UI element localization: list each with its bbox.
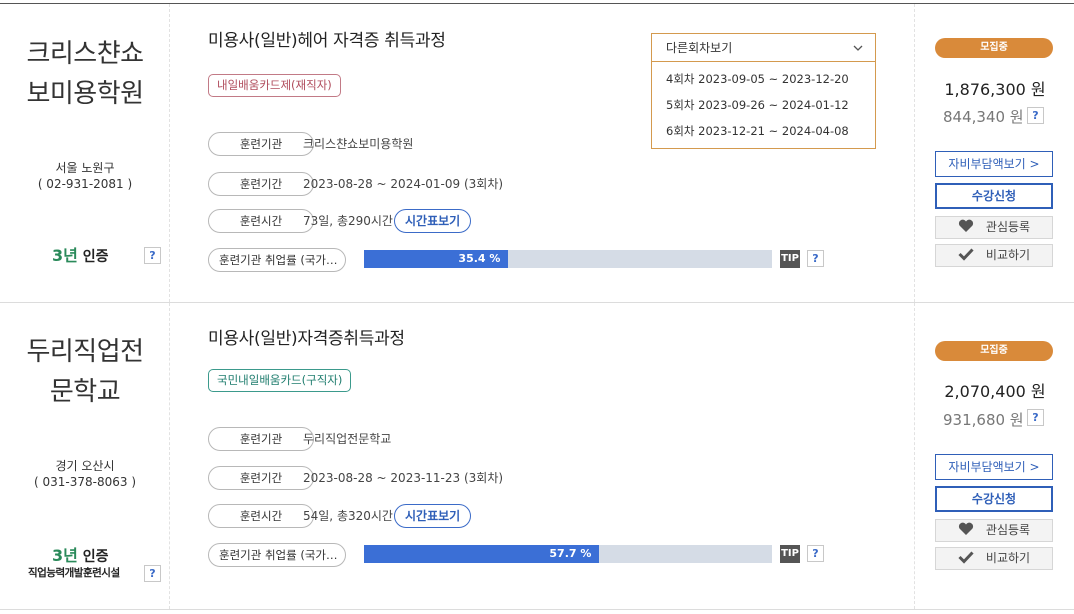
period-value: 2023-08-28 ~ 2024-01-09 (3회차) [303,177,504,191]
tip-badge[interactable]: TIP [780,545,800,563]
self-pay-button[interactable]: 자비부담액보기 > [935,454,1053,480]
chevron-down-icon [853,34,863,73]
course-info-column: 미용사(일반)헤어 자격증 취득과정 내일배움카드제(재직자) 훈련기관 크리스… [170,4,915,302]
card-type-badge: 내일배움카드제(재직자) [208,74,341,97]
cert-subtitle: 직업능력개발훈련시설 [28,567,120,579]
certification-badge: 3년 인증 [52,242,109,266]
employment-help-button[interactable]: ? [807,545,824,562]
institution-name-line-2[interactable]: 문학교 [0,372,170,412]
label-employment-rate[interactable]: 훈련기관 취업률 (국가… [208,543,346,567]
cert-years: 3년 [52,546,78,565]
employment-rate-fill: 57.7 % [364,545,600,563]
check-icon [958,245,974,266]
institution-name-line-1[interactable]: 크리스챤쇼 [0,34,170,74]
price-help-button[interactable]: ? [1027,409,1044,426]
institution-value: 크리스챤쇼보미용학원 [303,137,414,151]
hours-value: 54일, 총320시간 [303,509,393,523]
apply-button[interactable]: 수강신청 [935,486,1053,512]
compare-label: 비교하기 [985,551,1031,565]
course-price: 1,876,300 원 [944,80,1046,99]
employment-rate-bar: 35.4 % [364,250,772,268]
certification-badge: 3년 인증 [52,542,109,566]
price-help-button[interactable]: ? [1027,107,1044,124]
heart-icon [958,217,974,238]
course-info-column: 미용사(일반)자격증취득과정 국민내일배움카드(구직자) 훈련기관 두리직업전문… [170,303,915,609]
employment-rate-fill: 35.4 % [364,250,509,268]
self-pay-price: 931,680 원 [943,411,1024,429]
dropdown-option[interactable]: 4회차 2023-09-05 ~ 2023-12-20 [652,66,875,92]
cert-help-button[interactable]: ? [144,565,161,582]
cert-help-button[interactable]: ? [144,247,161,264]
interest-label: 관심등록 [985,220,1031,234]
label-institution: 훈련기관 [208,427,314,451]
hours-value: 73일, 총290시간 [303,214,393,228]
employment-rate-bar: 57.7 % [364,545,772,563]
institution-phone: ( 031-378-8063 ) [34,475,136,489]
employment-help-button[interactable]: ? [807,250,824,267]
label-hours: 훈련시간 [208,504,314,528]
other-sessions-dropdown[interactable]: 다른회차보기 4회차 2023-09-05 ~ 2023-12-20 5회차 2… [651,33,876,149]
label-institution: 훈련기관 [208,132,314,156]
institution-name-line-2[interactable]: 보미용학원 [0,74,170,114]
label-period: 훈련기간 [208,172,314,196]
label-period: 훈련기간 [208,466,314,490]
cert-years: 3년 [52,246,78,265]
period-value: 2023-08-28 ~ 2023-11-23 (3회차) [303,471,504,485]
course-title[interactable]: 미용사(일반)자격증취득과정 [208,324,405,349]
dropdown-option[interactable]: 5회차 2023-09-26 ~ 2024-01-12 [652,92,875,118]
cert-label: 인증 [82,549,109,565]
label-hours: 훈련시간 [208,209,314,233]
status-badge: 모집중 [935,341,1053,361]
compare-label: 비교하기 [985,248,1031,262]
institution-name-line-1[interactable]: 두리직업전 [0,332,170,372]
self-pay-button[interactable]: 자비부담액보기 > [935,151,1053,177]
employment-rate-value: 35.4 % [458,252,501,265]
apply-button[interactable]: 수강신청 [935,183,1053,209]
price-column: 모집중 1,876,300 원 844,340 원 ? 자비부담액보기 > 수강… [916,4,1074,302]
institution-column: 두리직업전 문학교 경기 오산시 ( 031-378-8063 ) 3년 인증 … [0,303,170,609]
dropdown-header[interactable]: 다른회차보기 [652,34,875,62]
compare-button[interactable]: 비교하기 [935,547,1053,570]
heart-icon [958,520,974,541]
compare-button[interactable]: 비교하기 [935,244,1053,267]
institution-value: 두리직업전문학교 [303,432,392,446]
dropdown-option[interactable]: 6회차 2023-12-21 ~ 2024-04-08 [652,118,875,144]
tip-badge[interactable]: TIP [780,250,800,268]
status-badge: 모집중 [935,38,1053,58]
check-icon [958,548,974,569]
course-card: 크리스챤쇼 보미용학원 서울 노원구 ( 02-931-2081 ) 3년 인증… [0,4,1074,302]
dropdown-list: 4회차 2023-09-05 ~ 2023-12-20 5회차 2023-09-… [652,62,875,144]
course-price: 2,070,400 원 [944,382,1046,401]
label-employment-rate[interactable]: 훈련기관 취업률 (국가… [208,248,346,272]
timetable-button[interactable]: 시간표보기 [394,209,472,233]
institution-phone: ( 02-931-2081 ) [37,177,133,191]
interest-label: 관심등록 [985,523,1031,537]
institution-location: 경기 오산시 [55,459,115,473]
interest-button[interactable]: 관심등록 [935,519,1053,542]
course-title[interactable]: 미용사(일반)헤어 자격증 취득과정 [208,26,446,51]
institution-location: 서울 노원구 [55,161,115,175]
card-type-badge: 국민내일배움카드(구직자) [208,369,352,392]
course-card: 두리직업전 문학교 경기 오산시 ( 031-378-8063 ) 3년 인증 … [0,303,1074,609]
institution-column: 크리스챤쇼 보미용학원 서울 노원구 ( 02-931-2081 ) 3년 인증… [0,4,170,302]
dropdown-header-label: 다른회차보기 [666,41,733,55]
row-divider [0,609,1074,610]
price-column: 모집중 2,070,400 원 931,680 원 ? 자비부담액보기 > 수강… [916,303,1074,609]
cert-label: 인증 [82,249,109,265]
interest-button[interactable]: 관심등록 [935,216,1053,239]
self-pay-price: 844,340 원 [943,108,1024,126]
employment-rate-value: 57.7 % [549,547,592,560]
timetable-button[interactable]: 시간표보기 [394,504,472,528]
